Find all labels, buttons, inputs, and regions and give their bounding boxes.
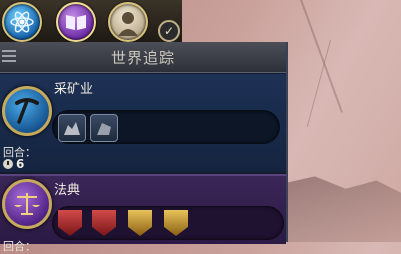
turns-label: 回合： [3,240,36,253]
advisor-bar: ✓ [0,0,182,44]
mine-improvement-icon[interactable] [58,114,86,142]
world-tracker-panel: 世界追踪 采矿业 回合： 6 法典 回合： [0,42,288,253]
book-icon [66,15,86,30]
research-unlocks-bar [52,110,280,144]
clock-icon [3,159,13,169]
military-policy-card-icon[interactable] [92,210,116,236]
quarry-improvement-icon[interactable] [90,114,118,142]
turns-value: 6 [16,157,25,171]
military-policy-card-icon[interactable] [58,210,82,236]
economic-policy-card-icon[interactable] [128,210,152,236]
pickaxe-icon [15,98,39,124]
civic-name: 法典 [54,183,81,198]
research-name: 采矿业 [54,82,94,97]
civic-tracker[interactable]: 法典 回合： [0,174,286,253]
checkmark-icon[interactable]: ✓ [158,20,180,42]
economic-policy-card-icon[interactable] [164,210,188,236]
map-terrain-streak [300,0,343,113]
tracker-header: 世界追踪 [0,42,286,73]
research-button[interactable] [2,86,52,136]
civic-unlocks-bar [52,206,284,240]
culture-advisor-button[interactable] [56,2,96,42]
map-terrain [278,176,401,242]
scales-icon [14,193,40,215]
science-advisor-button[interactable] [2,2,42,42]
leader-portrait-button[interactable] [108,2,148,42]
atom-icon [10,11,34,33]
menu-icon[interactable] [2,50,16,62]
leader-portrait-icon [118,12,138,36]
tracker-title: 世界追踪 [110,48,175,67]
research-tracker[interactable]: 采矿业 回合： 6 [0,74,286,172]
civic-button[interactable] [2,179,52,229]
turns-remaining: 6 [3,157,24,171]
